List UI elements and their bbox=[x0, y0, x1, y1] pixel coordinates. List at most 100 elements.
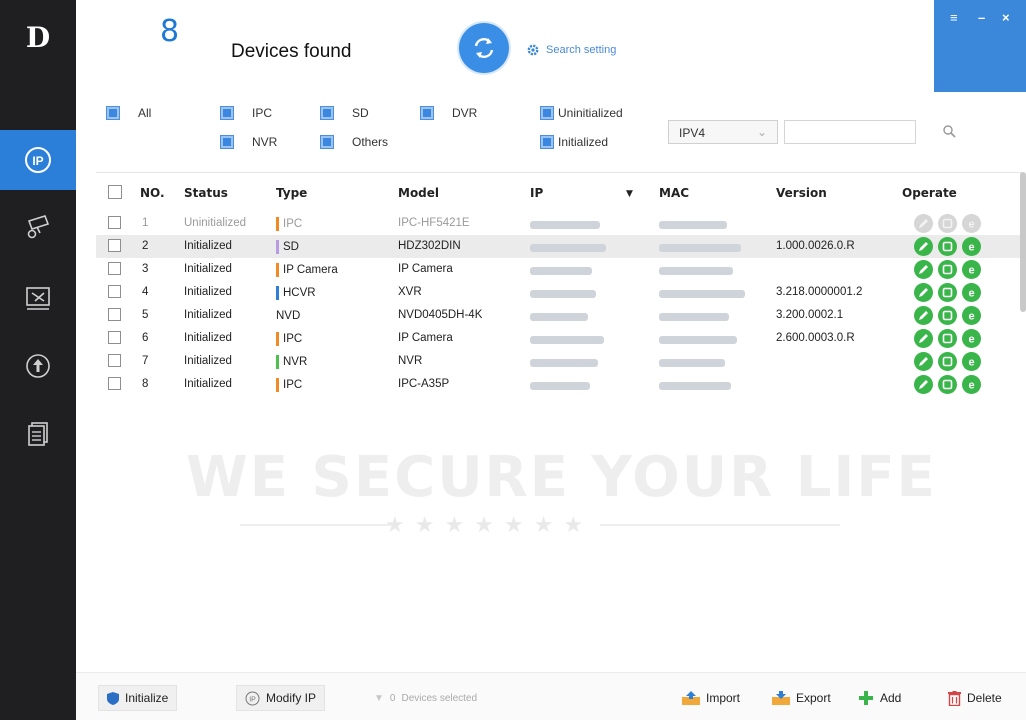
table-row[interactable]: 1 Uninitialized IPC IPC-HF5421E e bbox=[96, 212, 1022, 235]
add-button[interactable]: Add bbox=[850, 685, 909, 711]
app-logo: D bbox=[25, 21, 51, 54]
web-config-button[interactable] bbox=[938, 260, 957, 279]
search-button[interactable] bbox=[942, 124, 956, 141]
table-row[interactable]: 2 Initialized SD HDZ302DIN 1.000.0026.0.R e bbox=[96, 235, 1022, 258]
filter-dvr-checkbox[interactable] bbox=[420, 106, 434, 120]
filter-initialized-checkbox[interactable] bbox=[540, 135, 554, 149]
ip-version-select[interactable]: IPV4 ⌄ bbox=[668, 120, 778, 144]
filter-uninitialized[interactable]: Uninitialized bbox=[540, 106, 623, 120]
filter-nvr[interactable]: NVR bbox=[220, 135, 277, 149]
filter-dvr[interactable]: DVR bbox=[420, 106, 477, 120]
row-mac-redacted bbox=[659, 288, 745, 300]
row-model: NVR bbox=[398, 355, 423, 367]
filter-sd[interactable]: SD bbox=[320, 106, 369, 120]
refresh-search-button[interactable] bbox=[459, 23, 509, 73]
edit-button[interactable] bbox=[914, 260, 933, 279]
row-checkbox[interactable] bbox=[108, 285, 121, 298]
filter-initialized[interactable]: Initialized bbox=[540, 135, 608, 149]
minimize-button[interactable]: – bbox=[978, 10, 985, 25]
browser-button[interactable]: e bbox=[962, 283, 981, 302]
export-button[interactable]: Export bbox=[764, 685, 839, 711]
plus-icon bbox=[859, 691, 873, 705]
rail-item-device-config[interactable] bbox=[0, 196, 76, 256]
type-color-bar bbox=[276, 378, 279, 392]
col-no[interactable]: NO. bbox=[140, 186, 165, 200]
row-no: 8 bbox=[142, 378, 149, 390]
row-status: Initialized bbox=[184, 240, 232, 252]
table-row[interactable]: 6 Initialized IPC IP Camera 2.600.0003.0.R e bbox=[96, 327, 1022, 350]
col-version[interactable]: Version bbox=[776, 186, 827, 200]
row-ip-redacted bbox=[530, 334, 604, 346]
col-model[interactable]: Model bbox=[398, 186, 439, 200]
table-row[interactable]: 3 Initialized IP Camera IP Camera e bbox=[96, 258, 1022, 281]
table-scrollbar[interactable] bbox=[1020, 172, 1026, 312]
browser-button[interactable]: e bbox=[962, 214, 981, 233]
row-checkbox[interactable] bbox=[108, 216, 121, 229]
row-model: IPC-A35P bbox=[398, 378, 450, 390]
rail-item-documents[interactable] bbox=[0, 402, 76, 462]
filter-ipc[interactable]: IPC bbox=[220, 106, 272, 120]
browser-button[interactable]: e bbox=[962, 260, 981, 279]
web-config-button[interactable] bbox=[938, 306, 957, 325]
tools-icon bbox=[26, 287, 50, 310]
add-label: Add bbox=[880, 691, 902, 705]
web-config-button[interactable] bbox=[938, 375, 957, 394]
filter-all[interactable]: All bbox=[106, 106, 151, 120]
web-config-button[interactable] bbox=[938, 214, 957, 233]
web-config-button[interactable] bbox=[938, 352, 957, 371]
rail-item-device-init[interactable]: IP bbox=[0, 130, 76, 190]
delete-button[interactable]: Delete bbox=[940, 685, 1010, 711]
gear-icon bbox=[527, 44, 539, 56]
filter-sd-label: SD bbox=[352, 106, 369, 120]
filter-ipc-checkbox[interactable] bbox=[220, 106, 234, 120]
row-checkbox[interactable] bbox=[108, 262, 121, 275]
browser-button[interactable]: e bbox=[962, 375, 981, 394]
edit-button[interactable] bbox=[914, 214, 933, 233]
filter-nvr-checkbox[interactable] bbox=[220, 135, 234, 149]
search-input[interactable] bbox=[784, 120, 916, 144]
filter-all-checkbox[interactable] bbox=[106, 106, 120, 120]
col-ip[interactable]: IP bbox=[530, 186, 543, 200]
col-type[interactable]: Type bbox=[276, 186, 307, 200]
select-all-checkbox[interactable] bbox=[108, 185, 122, 199]
web-config-button[interactable] bbox=[938, 283, 957, 302]
web-config-button[interactable] bbox=[938, 329, 957, 348]
browser-button[interactable]: e bbox=[962, 352, 981, 371]
modify-ip-button[interactable]: IP Modify IP bbox=[236, 685, 326, 711]
col-status[interactable]: Status bbox=[184, 186, 228, 200]
table-row[interactable]: 8 Initialized IPC IPC-A35P e bbox=[96, 373, 1022, 396]
filter-others[interactable]: Others bbox=[320, 135, 388, 149]
row-checkbox[interactable] bbox=[108, 331, 121, 344]
browser-button[interactable]: e bbox=[962, 237, 981, 256]
filter-uninitialized-checkbox[interactable] bbox=[540, 106, 554, 120]
ip-sort-icon[interactable]: ▼ bbox=[626, 189, 633, 199]
browser-button[interactable]: e bbox=[962, 306, 981, 325]
menu-icon[interactable]: ≡ bbox=[950, 10, 958, 25]
edit-button[interactable] bbox=[914, 329, 933, 348]
web-config-button[interactable] bbox=[938, 237, 957, 256]
import-button[interactable]: Import bbox=[674, 685, 748, 711]
close-button[interactable]: × bbox=[1002, 10, 1010, 25]
edit-button[interactable] bbox=[914, 375, 933, 394]
browser-button[interactable]: e bbox=[962, 329, 981, 348]
row-checkbox[interactable] bbox=[108, 239, 121, 252]
row-checkbox[interactable] bbox=[108, 308, 121, 321]
initialize-button[interactable]: Initialize bbox=[98, 685, 178, 711]
filter-others-checkbox[interactable] bbox=[320, 135, 334, 149]
edit-button[interactable] bbox=[914, 306, 933, 325]
window-icon bbox=[942, 310, 953, 321]
filter-sd-checkbox[interactable] bbox=[320, 106, 334, 120]
rail-item-tools[interactable] bbox=[0, 268, 76, 328]
edit-button[interactable] bbox=[914, 237, 933, 256]
search-setting-link[interactable]: Search setting bbox=[526, 43, 616, 57]
table-row[interactable]: 4 Initialized HCVR XVR 3.218.0000001.2 e bbox=[96, 281, 1022, 304]
edit-button[interactable] bbox=[914, 352, 933, 371]
row-type: IPC bbox=[276, 378, 302, 392]
table-row[interactable]: 5 Initialized NVD NVD0405DH-4K 3.200.0002.1 e bbox=[96, 304, 1022, 327]
row-checkbox[interactable] bbox=[108, 354, 121, 367]
row-checkbox[interactable] bbox=[108, 377, 121, 390]
rail-item-upgrade[interactable] bbox=[0, 336, 76, 396]
table-row[interactable]: 7 Initialized NVR NVR e bbox=[96, 350, 1022, 373]
edit-button[interactable] bbox=[914, 283, 933, 302]
col-mac[interactable]: MAC bbox=[659, 186, 689, 200]
